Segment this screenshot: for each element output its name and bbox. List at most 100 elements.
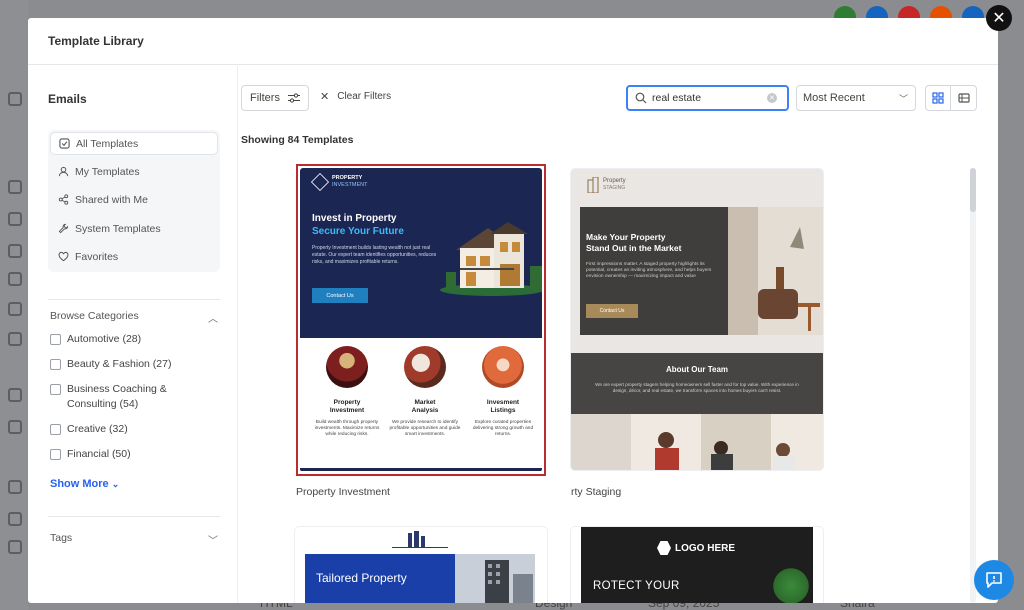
category-label-line1: Business Coaching & [67, 383, 167, 395]
preview-headline: Tailored Property [316, 571, 407, 585]
bg-nav-icon [8, 420, 22, 434]
preview-headline: ROTECT YOUR [593, 580, 680, 592]
service-desc: Explore curated properties delivering st… [472, 420, 534, 437]
show-more-link[interactable]: Show More ⌄ [50, 478, 119, 490]
category-beauty-fashion[interactable]: Beauty & Fashion (27) [50, 357, 171, 372]
close-icon: ✕ [992, 10, 1006, 27]
category-checkbox[interactable] [50, 424, 61, 435]
service-title-line1: Invesment [486, 399, 520, 406]
room-photo [728, 207, 823, 335]
service-column: Property Investment Build wealth through … [310, 346, 384, 438]
service-photo [482, 346, 524, 388]
nav-item-my-templates[interactable]: My Templates [50, 160, 218, 183]
logo-icon [310, 172, 330, 192]
category-checkbox[interactable] [50, 359, 61, 370]
building-photo [455, 554, 535, 603]
plant-photo [771, 565, 811, 603]
template-preview: PROPERTY INVESTMENT Invest in Property S… [300, 168, 542, 472]
logo-line2: STAGING [603, 185, 626, 191]
show-more-label: Show More [50, 478, 109, 490]
preview-hero: PROPERTY INVESTMENT Invest in Property S… [300, 168, 542, 338]
sort-selected: Most Recent [803, 92, 865, 104]
template-card[interactable]: LOGO HERE ROTECT YOUR [571, 527, 823, 603]
nav-item-shared-with-me[interactable]: Shared with Me [50, 188, 218, 211]
category-checkbox[interactable] [50, 449, 61, 460]
clear-search-icon[interactable]: ✕ [767, 93, 777, 103]
logo-line2: INVESTMENT [332, 182, 368, 188]
template-nav: All Templates My Templates Shared with M… [48, 130, 220, 272]
bg-nav-icon [8, 332, 22, 346]
chat-help-icon [986, 572, 1002, 588]
search-field[interactable]: ✕ [626, 85, 789, 111]
wrench-icon [58, 223, 69, 234]
sort-dropdown[interactable]: Most Recent ﹀ [796, 85, 916, 111]
nav-label: System Templates [75, 222, 161, 235]
category-label: Business Coaching & Consulting (54) [67, 382, 167, 412]
nav-item-all-templates[interactable]: All Templates [50, 132, 218, 155]
divider [48, 516, 220, 517]
chevron-down-icon: ﹀ [898, 93, 908, 104]
headline-line2: Stand Out in the Market [586, 243, 682, 253]
category-creative[interactable]: Creative (32) [50, 422, 128, 437]
service-title: Invesment Listings [466, 399, 540, 415]
browse-categories-heading: Browse Categories [50, 310, 139, 322]
team-photo [571, 414, 823, 470]
view-toggle [925, 85, 977, 111]
divider [48, 299, 220, 300]
filters-button[interactable]: Filters [241, 85, 309, 111]
category-automotive[interactable]: Automotive (28) [50, 332, 141, 347]
template-card-property-staging[interactable]: Property STAGING Make Your Property Stan… [571, 169, 823, 470]
service-photo [404, 346, 446, 388]
service-column: Invesment Listings Explore curated proper… [466, 346, 540, 438]
template-card-property-investment[interactable]: PROPERTY INVESTMENT Invest in Property S… [296, 164, 546, 476]
scrollbar-thumb[interactable] [970, 168, 976, 212]
preview-headline: Invest in Property Secure Your Future [312, 212, 404, 238]
category-label-line2: Consulting (54) [67, 398, 139, 410]
category-business-coaching[interactable]: Business Coaching & Consulting (54) [50, 382, 167, 412]
service-title: Property Investment [310, 399, 384, 415]
scrollbar-track[interactable] [970, 168, 976, 603]
preview-logo: LOGO HERE [657, 541, 735, 555]
category-label: Creative (32) [67, 423, 128, 435]
tags-toggle[interactable]: Tags ﹀ [50, 532, 218, 547]
user-icon [58, 166, 69, 177]
category-financial[interactable]: Financial (50) [50, 447, 131, 462]
browse-categories-toggle[interactable]: Browse Categories ︿ [50, 310, 218, 325]
bg-nav-icon [8, 272, 22, 286]
bg-nav-icon [8, 180, 22, 194]
background-sidebar [0, 0, 28, 610]
house-illustration [440, 222, 542, 296]
template-name[interactable]: rty Staging [571, 486, 621, 498]
logo-line1: Property [603, 178, 626, 184]
template-card[interactable]: Tailored Property [295, 527, 547, 603]
template-name[interactable]: Property Investment [296, 486, 390, 498]
preview-hero: Property STAGING Make Your Property Stan… [571, 169, 823, 353]
category-checkbox[interactable] [50, 334, 61, 345]
close-button[interactable]: ✕ [986, 5, 1012, 31]
preview-cta: Contact Us [312, 288, 368, 303]
search-input[interactable] [652, 92, 762, 104]
preview-body: Property Investment builds lasting wealt… [312, 245, 437, 265]
sliders-icon [287, 93, 300, 103]
bg-nav-icon [8, 540, 22, 554]
sidebar-heading: Emails [48, 92, 87, 106]
help-button[interactable] [974, 560, 1014, 600]
results-count: Showing 84 Templates [241, 134, 354, 146]
heart-icon [58, 251, 69, 262]
clear-filters-button[interactable]: ✕ Clear Filters [320, 90, 391, 103]
clear-filters-label: Clear Filters [337, 91, 392, 102]
headline-line1: Invest in Property [312, 213, 397, 224]
nav-item-system-templates[interactable]: System Templates [50, 217, 218, 240]
service-column: Market Analysis We provide research to id… [388, 346, 462, 438]
grid-view-button[interactable] [926, 86, 952, 110]
chevron-down-icon: ⌄ [111, 479, 120, 489]
nav-item-favorites[interactable]: Favorites [50, 245, 218, 268]
category-checkbox[interactable] [50, 384, 61, 395]
list-view-button[interactable] [951, 86, 976, 110]
preview-headline: Make Your Property Stand Out in the Mark… [586, 232, 681, 254]
chevron-up-icon: ︿ [208, 314, 218, 325]
service-title-line1: Market [414, 399, 436, 406]
tags-heading: Tags [50, 532, 73, 544]
nav-label: All Templates [76, 137, 139, 150]
service-title: Market Analysis [388, 399, 462, 415]
